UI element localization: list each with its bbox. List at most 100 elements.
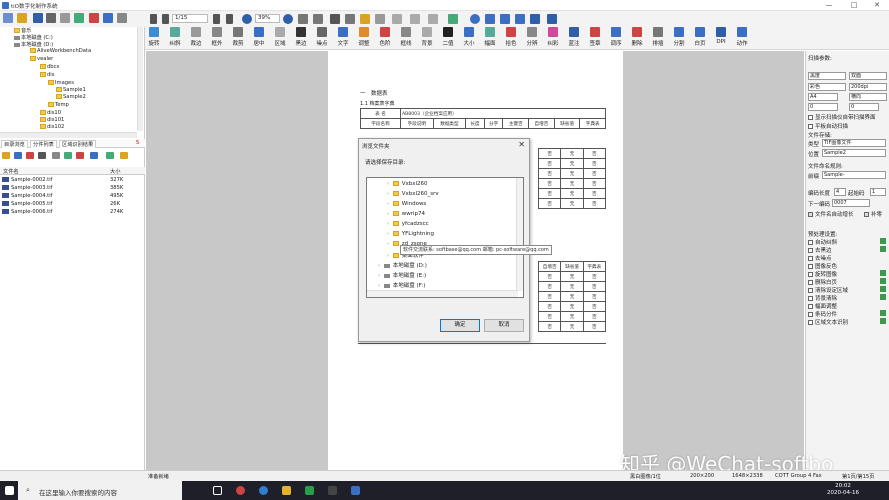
option-auto-grow[interactable]: 文件名自动增长 <box>808 210 854 218</box>
page-size-button[interactable]: 幅面 <box>481 27 499 47</box>
folder-icon[interactable] <box>2 152 10 159</box>
tree-item[interactable]: dis102 <box>40 124 64 130</box>
adjust-button[interactable]: 调整 <box>355 27 373 47</box>
levels-button[interactable]: 色阶 <box>376 27 394 47</box>
tree-item[interactable]: dbcs <box>40 64 59 70</box>
file-row[interactable]: Sample-0004.tif 495K <box>2 193 142 199</box>
pre-option[interactable]: 图像反色 <box>808 262 837 270</box>
file-row[interactable]: Sample-0006.tif 274K <box>2 209 142 215</box>
hand-icon[interactable] <box>470 14 480 24</box>
blank-page-button[interactable]: 白页 <box>691 27 709 47</box>
file-explorer-icon[interactable] <box>282 486 291 495</box>
zoom-level[interactable]: 39% <box>255 14 280 23</box>
area-select-icon[interactable] <box>428 14 438 24</box>
option-zero-pad[interactable]: 补零 <box>864 210 882 218</box>
pre-option[interactable]: 区域文本识别 <box>808 318 848 326</box>
taskbar-search[interactable]: ⌕ 在这里输入你要搜索的内容 <box>18 481 182 500</box>
close-button[interactable]: ✕ <box>866 0 888 11</box>
export-icon[interactable] <box>90 152 98 159</box>
center-button[interactable]: 居中 <box>250 27 268 47</box>
zoom-out-icon[interactable] <box>283 14 293 24</box>
settings-icon[interactable] <box>880 278 886 284</box>
last-page-icon[interactable] <box>226 14 233 24</box>
text-button[interactable]: 文字 <box>334 27 352 47</box>
app-icon[interactable] <box>236 486 245 495</box>
next-input[interactable]: 0007 <box>832 199 870 207</box>
guide-icon[interactable] <box>392 14 402 24</box>
app-icon[interactable] <box>351 486 360 495</box>
drive-item[interactable]: › 本地磁盘 (F:) <box>378 281 425 289</box>
black-edge-button[interactable]: 黑边 <box>292 27 310 47</box>
frame-line-button[interactable]: 框线 <box>397 27 415 47</box>
remove-icon[interactable] <box>76 152 84 159</box>
pre-option[interactable]: 旋转图像 <box>808 270 837 278</box>
value1-input[interactable]: 0 <box>808 103 838 111</box>
pre-option[interactable]: 去噪点 <box>808 254 832 262</box>
ok-button[interactable]: 确定 <box>440 319 480 332</box>
tree-item[interactable]: 本地磁盘 (D:) <box>14 41 53 48</box>
reorder-button[interactable]: 调序 <box>607 27 625 47</box>
single-view-icon[interactable] <box>530 14 540 24</box>
grid-icon[interactable] <box>38 152 46 159</box>
edge-icon[interactable] <box>259 486 268 495</box>
add-icon[interactable] <box>64 152 72 159</box>
size-button[interactable]: 大小 <box>460 27 478 47</box>
pre-option[interactable]: 去黑边 <box>808 246 832 254</box>
tree-item[interactable]: 音乐 <box>14 27 31 34</box>
app-icon[interactable] <box>305 486 314 495</box>
cancel-button[interactable]: 取消 <box>484 319 524 332</box>
outside-frame-button[interactable]: 框外 <box>208 27 226 47</box>
dialog-hscrollbar[interactable] <box>367 290 518 297</box>
maximize-button[interactable]: □ <box>843 0 865 11</box>
copy-icon[interactable] <box>345 14 355 24</box>
page-indicator[interactable]: 1/15 <box>172 14 208 23</box>
exit-icon[interactable] <box>117 13 127 23</box>
settings-icon[interactable] <box>880 246 886 252</box>
folder-item[interactable]: › Vxbxl260_srv <box>387 191 439 197</box>
dialog-close-icon[interactable]: ✕ <box>518 140 525 149</box>
tree-item[interactable]: dis101 <box>40 117 64 123</box>
folder-item[interactable]: › YFLightning <box>387 231 434 237</box>
settings-icon[interactable] <box>880 294 886 300</box>
settings-icon[interactable] <box>880 310 886 316</box>
app-icon[interactable] <box>328 486 337 495</box>
delete-icon[interactable] <box>26 152 34 159</box>
pre-option[interactable]: 条码分件 <box>808 310 837 318</box>
save-icon[interactable] <box>33 13 43 23</box>
folder-item[interactable]: › wwrip74 <box>387 211 425 217</box>
deskew-button[interactable]: 纠斜 <box>166 27 184 47</box>
new-icon[interactable] <box>3 13 13 23</box>
seal-button[interactable]: 签章 <box>586 27 604 47</box>
background-button[interactable]: 背景 <box>418 27 436 47</box>
value2-input[interactable]: 0 <box>849 103 879 111</box>
next-page-icon[interactable] <box>213 14 220 24</box>
prefix-input[interactable]: Sample- <box>822 171 886 179</box>
arrow-icon[interactable] <box>52 152 60 159</box>
noise-button[interactable]: 噪点 <box>313 27 331 47</box>
resolution-button[interactable]: 分辨 <box>523 27 541 47</box>
option-show-ui[interactable]: 显示扫描仪自带扫描界面 <box>808 113 876 121</box>
tab-split-list[interactable]: 分件列表 <box>30 140 57 148</box>
crop-icon[interactable] <box>375 14 385 24</box>
orientation-select[interactable]: 横向 <box>849 93 887 101</box>
settings-icon[interactable] <box>880 238 886 244</box>
help-icon[interactable] <box>103 13 113 23</box>
drive-item[interactable]: › 本地磁盘 (E:) <box>378 271 426 279</box>
undo-icon[interactable] <box>298 14 308 24</box>
blue-note-button[interactable]: 蓝注 <box>565 27 583 47</box>
tools-icon[interactable] <box>74 13 84 23</box>
color-picker-button[interactable]: 拾色 <box>502 27 520 47</box>
tab-directory[interactable]: 目录浏览 <box>1 140 28 148</box>
binarize-button[interactable]: 二值 <box>439 27 457 47</box>
merge-icon[interactable] <box>106 152 114 159</box>
cut-icon[interactable] <box>330 14 340 24</box>
folder-item[interactable]: › yfcadzscc <box>387 221 429 227</box>
settings-icon[interactable] <box>880 286 886 292</box>
dialog-vscrollbar[interactable] <box>516 178 523 291</box>
first-page-icon[interactable] <box>150 14 157 24</box>
zoom-in-icon[interactable] <box>242 14 252 24</box>
color-correct-button[interactable]: 纠彩 <box>544 27 562 47</box>
tree-item[interactable]: Temp <box>48 102 69 108</box>
file-row[interactable]: Sample-0005.tif 26K <box>2 201 142 207</box>
tree-scrollbar[interactable] <box>137 27 143 131</box>
